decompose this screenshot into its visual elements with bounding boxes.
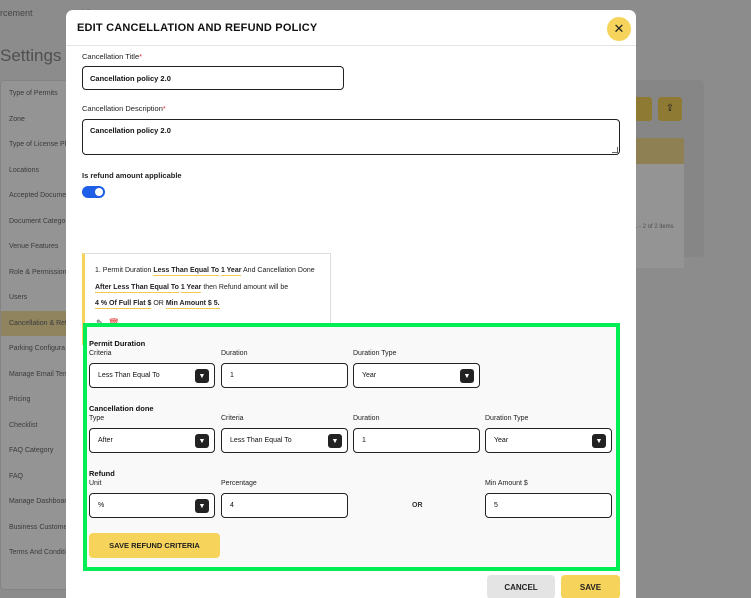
save-button[interactable]: SAVE <box>561 575 620 598</box>
refund-applicable-label: Is refund amount applicable <box>82 171 182 180</box>
refund-applicable-toggle[interactable] <box>82 186 105 198</box>
unit-label: Unit <box>89 480 102 487</box>
close-icon: ✕ <box>613 21 625 36</box>
duration-type-label: Duration Type <box>353 350 397 357</box>
close-button[interactable]: ✕ <box>607 17 631 41</box>
rule-line-2: After Less Than Equal To 1 Year then Ref… <box>95 284 289 293</box>
cancellation-duration-input[interactable]: 1 <box>353 428 480 453</box>
cancellation-criteria-label: Criteria <box>221 415 244 422</box>
cancellation-duration-type-select[interactable]: Year ▼ <box>485 428 612 453</box>
or-separator: OR <box>412 502 423 509</box>
cancellation-duration-type-label: Duration Type <box>485 415 529 422</box>
percentage-label: Percentage <box>221 480 257 487</box>
toggle-knob <box>95 188 103 196</box>
modal-header: EDIT CANCELLATION AND REFUND POLICY <box>66 10 636 46</box>
cancellation-title-label: Cancellation Title* <box>82 52 143 61</box>
criteria-label: Criteria <box>89 350 112 357</box>
save-refund-criteria-button[interactable]: SAVE REFUND CRITERIA <box>89 533 220 558</box>
min-amount-label: Min Amount $ <box>485 480 528 487</box>
cancel-button[interactable]: CANCEL <box>487 575 555 598</box>
permit-duration-input[interactable]: 1 <box>221 363 348 388</box>
refund-percentage-input[interactable]: 4 <box>221 493 348 518</box>
refund-criteria-form: Permit Duration Criteria Less Than Equal… <box>83 323 620 571</box>
permit-criteria-select[interactable]: Less Than Equal To ▼ <box>89 363 215 388</box>
edit-policy-modal: EDIT CANCELLATION AND REFUND POLICY ✕ Ca… <box>66 10 636 598</box>
cancellation-title-value: Cancellation policy 2.0 <box>90 73 171 83</box>
cancellation-done-heading: Cancellation done <box>89 404 154 413</box>
chevron-down-icon: ▼ <box>592 434 606 448</box>
cancellation-type-select[interactable]: After ▼ <box>89 428 215 453</box>
refund-unit-select[interactable]: % ▼ <box>89 493 215 518</box>
cancellation-duration-label: Duration <box>353 415 380 422</box>
permit-duration-heading: Permit Duration <box>89 339 146 348</box>
chevron-down-icon: ▼ <box>195 434 209 448</box>
type-label: Type <box>89 415 105 422</box>
cancellation-description-textarea[interactable]: Cancellation policy 2.0 <box>82 119 620 155</box>
resize-handle[interactable] <box>612 147 618 153</box>
refund-heading: Refund <box>89 469 115 478</box>
chevron-down-icon: ▼ <box>195 369 209 383</box>
modal-title: EDIT CANCELLATION AND REFUND POLICY <box>77 21 318 34</box>
chevron-down-icon: ▼ <box>328 434 342 448</box>
cancellation-criteria-select[interactable]: Less Than Equal To ▼ <box>221 428 348 453</box>
chevron-down-icon: ▼ <box>195 499 209 513</box>
duration-label: Duration <box>221 350 248 357</box>
permit-duration-type-select[interactable]: Year ▼ <box>353 363 480 388</box>
cancellation-description-value: Cancellation policy 2.0 <box>90 126 171 135</box>
chevron-down-icon: ▼ <box>460 369 474 383</box>
cancellation-description-label: Cancellation Description* <box>82 104 166 113</box>
rule-line-1: 1. Permit Duration Less Than Equal To 1 … <box>95 267 315 276</box>
cancellation-title-input[interactable]: Cancellation policy 2.0 <box>82 66 344 90</box>
min-amount-input[interactable]: 5 <box>485 493 612 518</box>
rule-line-3: 4 % Of Full Flat $ OR Min Amount $ 5. <box>95 300 220 309</box>
